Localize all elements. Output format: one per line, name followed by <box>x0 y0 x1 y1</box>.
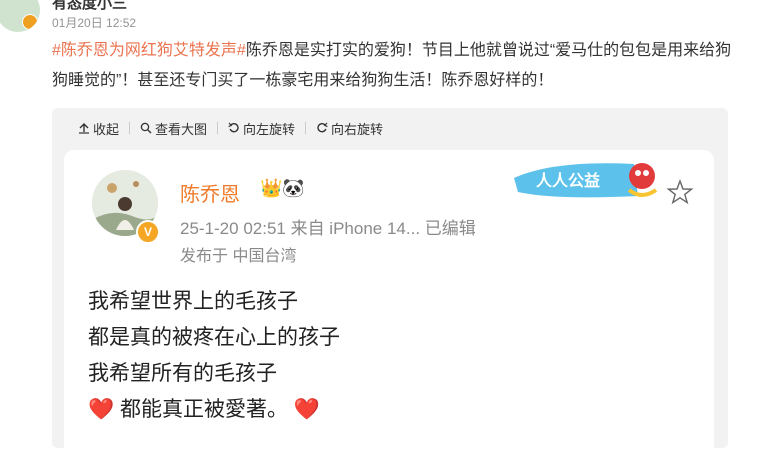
view-large-button[interactable]: 查看大图 <box>130 119 217 138</box>
collapse-label: 收起 <box>93 121 120 137</box>
card-username: 陈乔恩 <box>180 184 240 206</box>
card-location: 发布于 中国台湾 <box>180 248 297 265</box>
topic-link[interactable]: #陈乔恩为网红狗艾特发声# <box>52 42 246 59</box>
card-body: 我希望世界上的毛孩子 都是真的被疼在心上的孩子 我希望所有的毛孩子 ❤️ 都能真… <box>88 284 340 428</box>
rotate-left-label: 向左旋转 <box>243 121 296 137</box>
search-icon <box>140 122 152 134</box>
collapse-button[interactable]: 收起 <box>78 119 129 138</box>
image-viewer: 收起 查看大图 向左旋转 向右旋转 V 陈乔恩 👑🐼 25-1-20 02:51… <box>52 108 728 470</box>
heart-icon: ❤️ <box>293 398 320 421</box>
card-line-1: 我希望世界上的毛孩子 <box>88 290 298 313</box>
rotate-right-button[interactable]: 向右旋转 <box>306 119 393 138</box>
card-line-4: ❤️ 都能真正被愛著。 ❤️ <box>88 392 340 428</box>
charity-banner-icon: 人人公益 <box>514 163 658 198</box>
card-line-2: 都是真的被疼在心上的孩子 <box>88 326 340 349</box>
embedded-post-image[interactable]: V 陈乔恩 👑🐼 25-1-20 02:51 来自 iPhone 14... 已… <box>64 150 714 470</box>
crown-panda-emoji: 👑🐼 <box>260 178 305 198</box>
verified-badge-icon: V <box>136 220 160 244</box>
card-line-4-text: 都能真正被愛著。 <box>120 398 288 421</box>
rotate-right-icon <box>317 122 328 133</box>
banner-text: 人人公益 <box>536 171 600 190</box>
verified-badge-icon <box>22 14 38 30</box>
post-text: #陈乔恩为网红狗艾特发声#陈乔恩是实打实的爱狗！节目上他就曾说过“爱马仕的包包是… <box>52 36 742 96</box>
heart-icon: ❤️ <box>88 398 115 421</box>
author-avatar[interactable] <box>0 0 40 32</box>
image-toolbar: 收起 查看大图 向左旋转 向右旋转 <box>78 118 393 138</box>
rotate-right-label: 向右旋转 <box>331 121 384 137</box>
card-line-3: 我希望所有的毛孩子 <box>88 362 277 385</box>
card-meta: 25-1-20 02:51 来自 iPhone 14... 已编辑 <box>180 219 476 238</box>
author-name[interactable]: 有态度小三 <box>52 0 127 13</box>
view-large-label: 查看大图 <box>155 121 208 137</box>
rotate-left-button[interactable]: 向左旋转 <box>218 119 305 138</box>
rotate-left-icon <box>228 122 239 133</box>
collapse-icon <box>79 123 89 134</box>
favorite-star-icon <box>666 179 694 205</box>
post-timestamp[interactable]: 01月20日 12:52 <box>52 14 136 31</box>
